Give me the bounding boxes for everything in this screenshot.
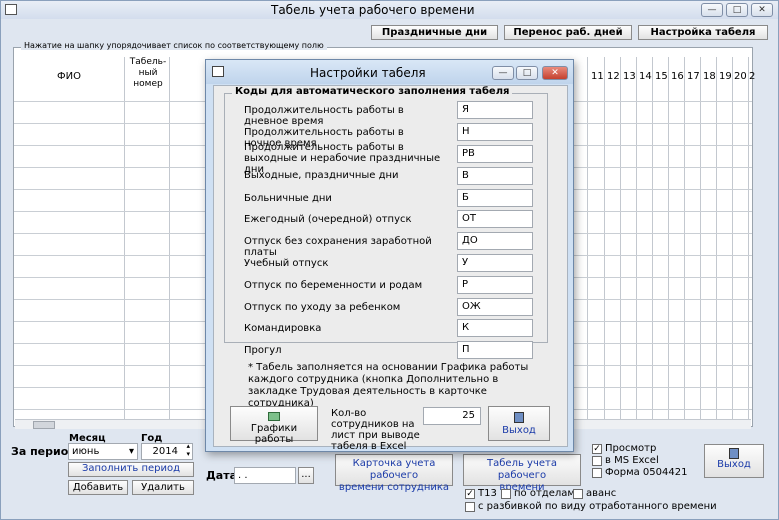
code-input-holiday-work[interactable]: РВ <box>457 145 533 163</box>
day-header-19[interactable]: 19 <box>719 71 732 82</box>
year-value: 2014 <box>152 446 178 457</box>
code-input-day-work[interactable]: Я <box>457 101 533 119</box>
code-input-days-off[interactable]: В <box>457 167 533 185</box>
employee-card-button[interactable]: Карточка учета рабочего времени сотрудни… <box>335 454 453 493</box>
date-label: Дата <box>206 469 238 482</box>
form-0504421-label: Форма 0504421 <box>605 467 688 478</box>
preview-label: Просмотр <box>605 443 657 454</box>
close-button[interactable]: ✕ <box>751 3 773 17</box>
code-input-maternity-leave[interactable]: Р <box>457 276 533 294</box>
fill-period-button[interactable]: Заполнить период <box>68 462 194 477</box>
work-schedules-button[interactable]: Графики работы <box>230 406 318 445</box>
stepper-arrows-icon[interactable]: ▴ ▾ <box>186 442 190 458</box>
dialog-title: Настройки табеля <box>310 66 426 80</box>
advance-checkbox[interactable] <box>573 489 583 499</box>
code-label-business-trip: Командировка <box>244 323 322 334</box>
grid-sort-hint: Нажатие на шапку упорядочивает список по… <box>21 41 327 50</box>
timesheet-settings-button[interactable]: Настройка табеля <box>638 25 768 40</box>
t13-label: Т13 <box>478 488 497 499</box>
day-header-18[interactable]: 18 <box>703 71 716 82</box>
chevron-down-icon: ▾ <box>128 446 134 457</box>
by-department-label: по отделам <box>514 488 575 499</box>
app-icon <box>5 4 17 15</box>
code-input-night-work[interactable]: Н <box>457 123 533 141</box>
month-select[interactable]: июнь ▾ <box>68 443 138 460</box>
code-label-sick-days: Больничные дни <box>244 193 332 204</box>
title-bar: Табель учета рабочего времени — □ ✕ <box>1 1 778 19</box>
day-header-17[interactable]: 17 <box>687 71 700 82</box>
dialog-close-button[interactable]: ✕ <box>542 66 568 80</box>
code-label-days-off: Выходные, праздничные дни <box>244 170 399 181</box>
ms-excel-checkbox[interactable] <box>592 456 602 466</box>
column-header-fio[interactable]: ФИО <box>57 71 81 82</box>
month-value: июнь <box>72 446 100 457</box>
column-header-tab-number[interactable]: Табель- ный номер <box>127 57 169 90</box>
day-header-11[interactable]: 11 <box>591 71 604 82</box>
main-exit-button[interactable]: Выход <box>704 444 764 478</box>
maximize-button[interactable]: □ <box>726 3 748 17</box>
main-exit-label: Выход <box>717 459 751 470</box>
settings-dialog: Настройки табеля — □ ✕ Коды для автомати… <box>205 59 574 452</box>
employees-per-sheet-label: Кол-во сотрудников на лист при выводе та… <box>331 408 420 452</box>
codes-group-title: Коды для автоматического заполнения табе… <box>232 86 513 97</box>
date-input[interactable]: . . <box>234 467 296 484</box>
by-work-type-checkbox[interactable] <box>465 502 475 512</box>
code-label-annual-leave: Ежегодный (очередной) отпуск <box>244 214 412 225</box>
timesheet-button[interactable]: Табель учета рабочего времени <box>463 454 581 493</box>
minimize-button[interactable]: — <box>701 3 723 17</box>
add-button[interactable]: Добавить <box>68 480 128 495</box>
code-label-childcare-leave: Отпуск по уходу за ребенком <box>244 302 401 313</box>
day-header-20[interactable]: 20 <box>734 71 747 82</box>
fill-note: * Табель заполняется на основании График… <box>248 362 529 409</box>
day-header-13[interactable]: 13 <box>623 71 636 82</box>
schedule-table-icon <box>268 412 280 421</box>
window-title: Табель учета рабочего времени <box>271 3 475 17</box>
holidays-button[interactable]: Праздничные дни <box>371 25 498 40</box>
dialog-maximize-button[interactable]: □ <box>516 66 538 80</box>
dialog-app-icon <box>212 66 224 77</box>
code-input-annual-leave[interactable]: ОТ <box>457 210 533 228</box>
by-work-type-label: с разбивкой по виду отработанного времен… <box>478 501 717 512</box>
code-label-study-leave: Учебный отпуск <box>244 258 329 269</box>
code-input-business-trip[interactable]: К <box>457 319 533 337</box>
dialog-minimize-button[interactable]: — <box>492 66 514 80</box>
day-header-15[interactable]: 15 <box>655 71 668 82</box>
day-header-14[interactable]: 14 <box>639 71 652 82</box>
dialog-exit-label: Выход <box>502 425 536 436</box>
ms-excel-label: в MS Excel <box>605 455 659 466</box>
work-schedules-label: Графики работы <box>250 423 298 445</box>
employees-per-sheet-input[interactable]: 25 <box>423 407 481 425</box>
scrollbar-thumb[interactable] <box>33 421 55 429</box>
year-stepper[interactable]: 2014 ▴ ▾ <box>141 442 193 460</box>
t13-checkbox[interactable]: ✓ <box>465 489 475 499</box>
code-label-absence: Прогул <box>244 345 282 356</box>
delete-button[interactable]: Удалить <box>132 480 194 495</box>
day-header-12[interactable]: 12 <box>607 71 620 82</box>
day-header-21[interactable]: 2 <box>749 71 755 82</box>
code-input-absence[interactable]: П <box>457 341 533 359</box>
code-input-study-leave[interactable]: У <box>457 254 533 272</box>
exit-door-icon <box>514 412 524 423</box>
dialog-title-bar: Настройки табеля — □ ✕ <box>206 60 573 84</box>
by-department-checkbox[interactable] <box>501 489 511 499</box>
code-input-sick-days[interactable]: Б <box>457 189 533 207</box>
date-picker-button[interactable]: ... <box>298 467 314 484</box>
code-input-childcare-leave[interactable]: ОЖ <box>457 298 533 316</box>
preview-checkbox[interactable]: ✓ <box>592 444 602 454</box>
day-header-16[interactable]: 16 <box>671 71 684 82</box>
dialog-exit-button[interactable]: Выход <box>488 406 550 441</box>
code-label-day-work: Продолжительность работы в дневное время <box>244 105 404 127</box>
advance-label: аванс <box>586 488 617 499</box>
exit-door-icon <box>729 448 739 459</box>
form-0504421-checkbox[interactable] <box>592 468 602 478</box>
dialog-body: Коды для автоматического заполнения табе… <box>213 85 568 452</box>
code-input-unpaid-leave[interactable]: ДО <box>457 232 533 250</box>
transfer-workdays-button[interactable]: Перенос раб. дней <box>504 25 632 40</box>
code-label-maternity-leave: Отпуск по беременности и родам <box>244 280 423 291</box>
code-label-unpaid-leave: Отпуск без сохранения заработной платы <box>244 236 432 258</box>
